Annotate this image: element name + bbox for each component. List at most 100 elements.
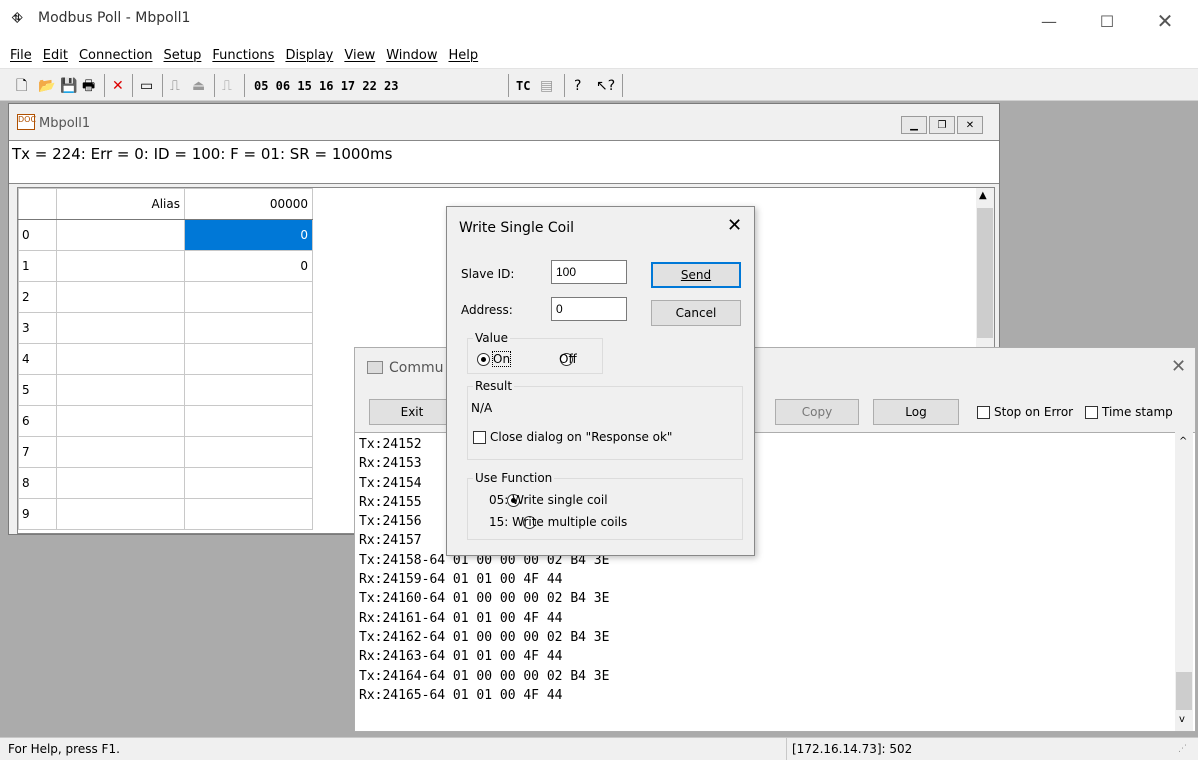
comm-close-icon[interactable]: ✕ xyxy=(1171,356,1186,377)
context-help-icon[interactable]: ↖? xyxy=(596,77,615,95)
off-radio-label: Off xyxy=(559,352,577,366)
log-line: Rx:24165-64 01 01 00 4F 44 xyxy=(359,687,563,703)
dialog-title: Write Single Coil xyxy=(459,220,575,236)
corner-cell xyxy=(18,188,57,220)
open-icon[interactable]: 📂 xyxy=(38,77,55,95)
column-header[interactable]: 00000 xyxy=(184,188,313,220)
delete-icon[interactable]: ✕ xyxy=(112,77,124,95)
log-scrollbar[interactable]: ^ v xyxy=(1175,432,1193,731)
scroll-thumb[interactable] xyxy=(977,208,993,338)
tc-button[interactable]: TC xyxy=(516,77,530,95)
log-line: Tx:24164-64 01 00 00 00 02 B4 3E xyxy=(359,668,610,684)
value-cell[interactable]: 0 xyxy=(184,250,313,282)
save-icon[interactable]: 💾 xyxy=(60,77,77,95)
menu-setup[interactable]: Setup xyxy=(164,48,202,63)
copy-button[interactable]: Copy xyxy=(775,399,859,425)
disconnect-icon[interactable]: ⏏ xyxy=(192,77,205,95)
alias-cell[interactable] xyxy=(56,498,185,530)
menu-display[interactable]: Display xyxy=(285,48,333,63)
slave-id-input[interactable] xyxy=(551,260,627,284)
write-single-coil-dialog: Write Single Coil ✕ Slave ID: Address: S… xyxy=(446,206,755,556)
send-button[interactable]: Send xyxy=(651,262,741,288)
table-row[interactable]: 5 xyxy=(18,374,313,406)
value-cell[interactable] xyxy=(184,343,313,375)
maximize-button[interactable]: ☐ xyxy=(1084,0,1130,42)
address-input[interactable] xyxy=(551,297,627,321)
alias-cell[interactable] xyxy=(56,374,185,406)
value-cell[interactable] xyxy=(184,405,313,437)
alias-cell[interactable] xyxy=(56,343,185,375)
connect-icon[interactable]: ⎍ xyxy=(170,77,180,95)
table-row[interactable]: 7 xyxy=(18,436,313,468)
log-line: Tx:24162-64 01 00 00 00 02 B4 3E xyxy=(359,629,610,645)
function-codes[interactable]: 05 06 15 16 17 22 23 xyxy=(254,77,399,95)
on-radio[interactable] xyxy=(477,353,490,366)
alias-header[interactable]: Alias xyxy=(56,188,185,220)
alias-cell[interactable] xyxy=(56,250,185,282)
pulse-icon[interactable]: ⎍ xyxy=(222,77,232,95)
on-radio-label: On xyxy=(491,351,512,367)
help-icon[interactable]: ? xyxy=(574,77,581,95)
menu-edit[interactable]: Edit xyxy=(43,48,68,63)
scroll-up-icon[interactable]: ^ xyxy=(1179,436,1187,447)
value-cell[interactable] xyxy=(184,312,313,344)
monitor-icon[interactable]: ▤ xyxy=(540,77,553,95)
result-group xyxy=(467,386,743,460)
alias-cell[interactable] xyxy=(56,467,185,499)
table-row[interactable]: 6 xyxy=(18,405,313,437)
value-cell[interactable] xyxy=(184,281,313,313)
table-row[interactable]: 9 xyxy=(18,498,313,530)
time-stamp-label: Time stamp xyxy=(1102,405,1173,419)
resize-grip-icon[interactable]: ⋰ xyxy=(1178,744,1187,754)
child-minimize-button[interactable]: ▁ xyxy=(901,116,927,134)
row-number: 4 xyxy=(18,343,57,375)
menu-connection[interactable]: Connection xyxy=(79,48,153,63)
table-row[interactable]: 4 xyxy=(18,343,313,375)
menu-file[interactable]: File xyxy=(10,48,32,63)
table-row[interactable]: 2 xyxy=(18,281,313,313)
menu-functions[interactable]: Functions xyxy=(212,48,274,63)
child-close-button[interactable]: ✕ xyxy=(957,116,983,134)
value-cell[interactable] xyxy=(184,436,313,468)
menu-view[interactable]: View xyxy=(344,48,375,63)
log-button[interactable]: Log xyxy=(873,399,959,425)
minimize-button[interactable]: — xyxy=(1026,0,1072,42)
exit-button[interactable]: Exit xyxy=(369,399,455,425)
row-number: 5 xyxy=(18,374,57,406)
row-number: 7 xyxy=(18,436,57,468)
time-stamp-checkbox[interactable] xyxy=(1085,406,1098,419)
poll-summary: Tx = 224: Err = 0: ID = 100: F = 01: SR … xyxy=(9,140,999,184)
alias-cell[interactable] xyxy=(56,281,185,313)
new-icon[interactable]: 🗋 xyxy=(16,77,27,95)
value-cell[interactable]: 0 xyxy=(184,219,313,251)
menu-help[interactable]: Help xyxy=(448,48,478,63)
scroll-thumb[interactable] xyxy=(1176,672,1192,710)
close-button[interactable]: ✕ xyxy=(1142,0,1188,42)
stop-on-error-checkbox[interactable] xyxy=(977,406,990,419)
scroll-up-icon[interactable]: ▲ xyxy=(979,190,987,201)
alias-cell[interactable] xyxy=(56,436,185,468)
value-cell[interactable] xyxy=(184,498,313,530)
child-restore-button[interactable]: ❐ xyxy=(929,116,955,134)
print-icon[interactable]: 🖶 xyxy=(82,77,95,95)
dialog-close-icon[interactable]: ✕ xyxy=(727,215,742,236)
value-cell[interactable] xyxy=(184,374,313,406)
table-header: Alias 00000 xyxy=(18,188,313,220)
row-number: 3 xyxy=(18,312,57,344)
cancel-button[interactable]: Cancel xyxy=(651,300,741,326)
table-row[interactable]: 10 xyxy=(18,250,313,282)
table-row[interactable]: 3 xyxy=(18,312,313,344)
table-row[interactable]: 8 xyxy=(18,467,313,499)
menu-window[interactable]: Window xyxy=(386,48,437,63)
scroll-down-icon[interactable]: v xyxy=(1179,714,1185,725)
window-icon[interactable]: ▭ xyxy=(140,77,153,95)
close-on-ok-checkbox[interactable] xyxy=(473,431,486,444)
alias-cell[interactable] xyxy=(56,219,185,251)
alias-cell[interactable] xyxy=(56,405,185,437)
table-row[interactable]: 00 xyxy=(18,219,313,251)
value-cell[interactable] xyxy=(184,467,313,499)
function-05-label: 05: Write single coil xyxy=(489,493,608,507)
alias-cell[interactable] xyxy=(56,312,185,344)
child-title: Mbpoll1 xyxy=(39,116,91,131)
row-number: 6 xyxy=(18,405,57,437)
